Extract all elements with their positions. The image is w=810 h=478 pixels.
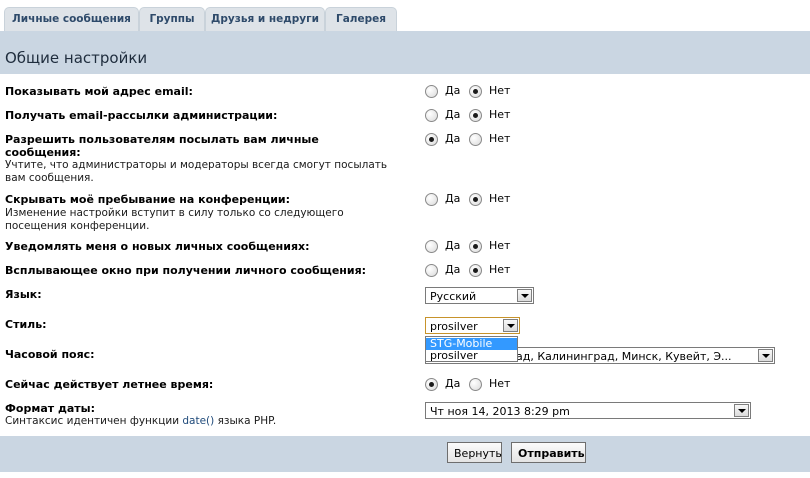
explain-allow-pm-line2: вам сообщения. bbox=[5, 171, 94, 184]
radio-hide-online-no[interactable] bbox=[469, 193, 482, 206]
radio-no-label: Нет bbox=[489, 84, 511, 97]
reset-button[interactable]: Вернуть bbox=[447, 442, 502, 463]
radio-allow-pm-no[interactable] bbox=[469, 133, 482, 146]
timezone-select-value: ад, Калининград, Минск, Кувейт, Э... bbox=[516, 350, 732, 363]
explain-date-format: Синтаксис идентичен функции date() языка… bbox=[5, 415, 405, 428]
label-style: Стиль: bbox=[5, 318, 47, 331]
radio-no-label: Нет bbox=[489, 108, 511, 121]
date-format-select[interactable]: Чт ноя 14, 2013 8:29 pm bbox=[425, 402, 751, 419]
radio-dst-yes[interactable] bbox=[425, 378, 438, 391]
radio-popup-pm-no[interactable] bbox=[469, 264, 482, 277]
label-admin-email: Получать email-рассылки администрации: bbox=[5, 109, 278, 122]
explain-hide-online: Изменение настройки вступит в силу тольк… bbox=[5, 207, 405, 232]
radio-show-email-yes[interactable] bbox=[425, 85, 438, 98]
date-format-select-value: Чт ноя 14, 2013 8:29 pm bbox=[430, 405, 570, 418]
chevron-down-icon[interactable] bbox=[503, 319, 518, 332]
radio-notify-pm-no[interactable] bbox=[469, 240, 482, 253]
radio-yes-label: Да bbox=[445, 132, 461, 145]
label-allow-pm-line1: Разрешить пользователям посылать вам лич… bbox=[5, 133, 319, 146]
tab-gallery[interactable]: Галерея bbox=[325, 7, 397, 31]
label-show-email: Показывать мой адрес email: bbox=[5, 85, 193, 98]
label-date-format: Формат даты: bbox=[5, 402, 95, 415]
explain-hide-online-line1: Изменение настройки вступит в силу тольк… bbox=[5, 207, 344, 219]
radio-no-label: Нет bbox=[489, 377, 511, 390]
radio-no-label: Нет bbox=[489, 132, 511, 145]
radio-no-label: Нет bbox=[489, 263, 511, 276]
tab-friends-foes[interactable]: Друзья и недруги bbox=[205, 7, 325, 31]
radio-show-email-no[interactable] bbox=[469, 85, 482, 98]
radio-notify-pm-yes[interactable] bbox=[425, 240, 438, 253]
style-dropdown-list: STG-Mobile prosilver bbox=[425, 336, 518, 362]
tab-private-messages[interactable]: Личные сообщения bbox=[4, 7, 139, 31]
radio-yes-label: Да bbox=[445, 84, 461, 97]
radio-allow-pm-yes[interactable] bbox=[425, 133, 438, 146]
submit-button[interactable]: Отправить bbox=[511, 442, 586, 463]
explain-date-pre: Синтаксис идентичен функции bbox=[5, 415, 183, 427]
label-timezone: Часовой пояс: bbox=[5, 348, 95, 361]
style-select-value: prosilver bbox=[430, 320, 478, 333]
style-option-prosilver[interactable]: prosilver bbox=[426, 350, 517, 362]
language-select-value: Русский bbox=[430, 290, 477, 303]
tab-groups[interactable]: Группы bbox=[139, 7, 205, 31]
page-title: Общие настройки bbox=[5, 49, 148, 67]
radio-admin-email-yes[interactable] bbox=[425, 109, 438, 122]
radio-admin-email-no[interactable] bbox=[469, 109, 482, 122]
explain-hide-online-line2: посещения конференции. bbox=[5, 219, 150, 232]
label-language: Язык: bbox=[5, 288, 42, 301]
php-date-function-link[interactable]: date() bbox=[182, 415, 214, 427]
chevron-down-icon[interactable] bbox=[758, 349, 773, 362]
radio-dst-no[interactable] bbox=[469, 378, 482, 391]
label-hide-online: Скрывать моё пребывание на конференции: bbox=[5, 193, 291, 206]
label-allow-pm: Разрешить пользователям посылать вам лич… bbox=[5, 133, 405, 159]
radio-no-label: Нет bbox=[489, 192, 511, 205]
chevron-down-icon[interactable] bbox=[517, 289, 532, 302]
radio-yes-label: Да bbox=[445, 192, 461, 205]
radio-yes-label: Да bbox=[445, 263, 461, 276]
style-select[interactable]: prosilver bbox=[425, 317, 520, 334]
form-footer bbox=[0, 436, 810, 472]
explain-allow-pm-line1: Учтите, что администраторы и модераторы … bbox=[5, 159, 388, 171]
radio-no-label: Нет bbox=[489, 239, 511, 252]
label-allow-pm-line2: сообщения: bbox=[5, 146, 81, 159]
radio-yes-label: Да bbox=[445, 239, 461, 252]
label-popup-pm: Всплывающее окно при получении личного с… bbox=[5, 264, 367, 277]
chevron-down-icon[interactable] bbox=[734, 404, 749, 417]
language-select[interactable]: Русский bbox=[425, 287, 534, 304]
radio-popup-pm-yes[interactable] bbox=[425, 264, 438, 277]
radio-yes-label: Да bbox=[445, 377, 461, 390]
radio-hide-online-yes[interactable] bbox=[425, 193, 438, 206]
explain-allow-pm: Учтите, что администраторы и модераторы … bbox=[5, 159, 405, 184]
label-notify-pm: Уведомлять меня о новых личных сообщения… bbox=[5, 240, 310, 253]
radio-yes-label: Да bbox=[445, 108, 461, 121]
explain-date-post: языка PHP. bbox=[214, 415, 277, 427]
label-dst: Сейчас действует летнее время: bbox=[5, 378, 214, 391]
